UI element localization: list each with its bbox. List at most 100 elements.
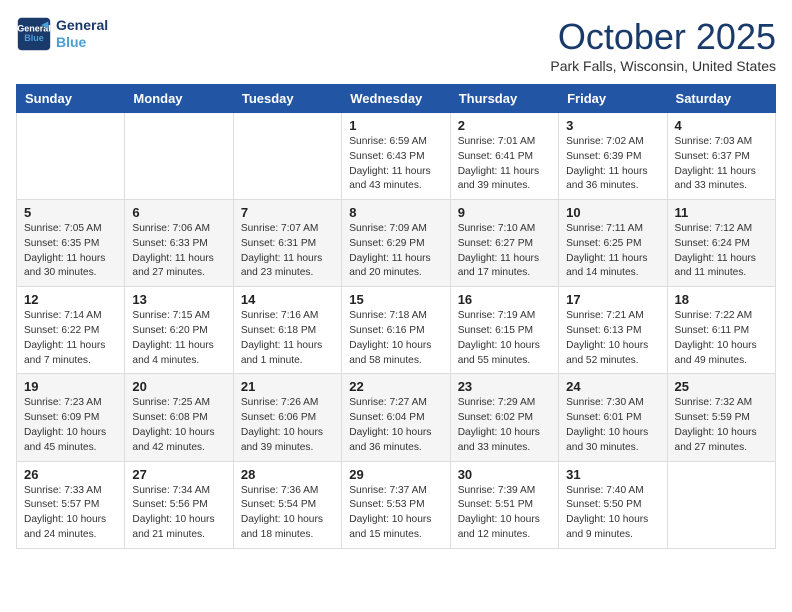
logo: General Blue General Blue [16,16,108,52]
day-info: Sunrise: 6:59 AM Sunset: 6:43 PM Dayligh… [349,135,442,194]
weekday-header-friday: Friday [559,85,667,113]
weekday-header-sunday: Sunday [17,85,125,113]
day-cell: 21 Sunrise: 7:26 AM Sunset: 6:06 PM Dayli… [233,374,341,461]
day-number: 22 [349,379,442,394]
page-header: General Blue General Blue October 2025 P… [16,16,776,74]
day-number: 18 [675,292,768,307]
day-cell: 12 Sunrise: 7:14 AM Sunset: 6:22 PM Dayli… [17,287,125,374]
day-cell: 23Sunrise: 7:29 AM Sunset: 6:02 PM Dayli… [450,374,558,461]
day-info: Sunrise: 7:29 AM Sunset: 6:02 PM Dayligh… [458,396,551,455]
day-info: Sunrise: 7:02 AM Sunset: 6:39 PM Dayligh… [566,135,659,194]
day-number: 1 [349,118,442,133]
day-info: Sunrise: 7:27 AM Sunset: 6:04 PM Dayligh… [349,396,442,455]
day-cell: 31Sunrise: 7:40 AM Sunset: 5:50 PM Dayli… [559,461,667,548]
day-cell: 1 Sunrise: 6:59 AM Sunset: 6:43 PM Daylig… [342,113,450,200]
day-number: 5 [24,205,117,220]
day-number: 27 [132,467,225,482]
day-number: 2 [458,118,551,133]
day-cell: 9Sunrise: 7:10 AM Sunset: 6:27 PM Daylig… [450,200,558,287]
day-info: Sunrise: 7:01 AM Sunset: 6:41 PM Dayligh… [458,135,551,194]
day-info: Sunrise: 7:06 AM Sunset: 6:33 PM Dayligh… [132,222,225,281]
day-cell: 25Sunrise: 7:32 AM Sunset: 5:59 PM Dayli… [667,374,775,461]
day-info: Sunrise: 7:40 AM Sunset: 5:50 PM Dayligh… [566,484,659,543]
day-number: 4 [675,118,768,133]
day-number: 28 [241,467,334,482]
day-number: 7 [241,205,334,220]
weekday-header-tuesday: Tuesday [233,85,341,113]
day-cell: 18 Sunrise: 7:22 AM Sunset: 6:11 PM Dayli… [667,287,775,374]
day-info: Sunrise: 7:36 AM Sunset: 5:54 PM Dayligh… [241,484,334,543]
day-info: Sunrise: 7:09 AM Sunset: 6:29 PM Dayligh… [349,222,442,281]
day-info: Sunrise: 7:22 AM Sunset: 6:11 PM Dayligh… [675,309,768,368]
day-info: Sunrise: 7:12 AM Sunset: 6:24 PM Dayligh… [675,222,768,281]
day-number: 13 [132,292,225,307]
day-cell: 26Sunrise: 7:33 AM Sunset: 5:57 PM Dayli… [17,461,125,548]
day-cell: 20Sunrise: 7:25 AM Sunset: 6:08 PM Dayli… [125,374,233,461]
day-number: 30 [458,467,551,482]
day-cell [125,113,233,200]
day-info: Sunrise: 7:21 AM Sunset: 6:13 PM Dayligh… [566,309,659,368]
day-cell [667,461,775,548]
day-info: Sunrise: 7:15 AM Sunset: 6:20 PM Dayligh… [132,309,225,368]
day-info: Sunrise: 7:39 AM Sunset: 5:51 PM Dayligh… [458,484,551,543]
day-cell: 11 Sunrise: 7:12 AM Sunset: 6:24 PM Dayli… [667,200,775,287]
day-cell: 17 Sunrise: 7:21 AM Sunset: 6:13 PM Dayli… [559,287,667,374]
day-cell: 24Sunrise: 7:30 AM Sunset: 6:01 PM Dayli… [559,374,667,461]
day-number: 15 [349,292,442,307]
day-info: Sunrise: 7:07 AM Sunset: 6:31 PM Dayligh… [241,222,334,281]
day-cell: 13 Sunrise: 7:15 AM Sunset: 6:20 PM Dayli… [125,287,233,374]
day-cell: 2 Sunrise: 7:01 AM Sunset: 6:41 PM Daylig… [450,113,558,200]
week-row-5: 26Sunrise: 7:33 AM Sunset: 5:57 PM Dayli… [17,461,776,548]
day-cell: 10 Sunrise: 7:11 AM Sunset: 6:25 PM Dayli… [559,200,667,287]
day-number: 3 [566,118,659,133]
day-cell: 8 Sunrise: 7:09 AM Sunset: 6:29 PM Daylig… [342,200,450,287]
svg-text:Blue: Blue [24,33,44,43]
day-cell: 28 Sunrise: 7:36 AM Sunset: 5:54 PM Dayli… [233,461,341,548]
day-cell: 14Sunrise: 7:16 AM Sunset: 6:18 PM Dayli… [233,287,341,374]
day-info: Sunrise: 7:18 AM Sunset: 6:16 PM Dayligh… [349,309,442,368]
day-number: 8 [349,205,442,220]
day-number: 9 [458,205,551,220]
month-title: October 2025 [550,16,776,58]
day-number: 26 [24,467,117,482]
location: Park Falls, Wisconsin, United States [550,58,776,74]
day-info: Sunrise: 7:37 AM Sunset: 5:53 PM Dayligh… [349,484,442,543]
day-info: Sunrise: 7:05 AM Sunset: 6:35 PM Dayligh… [24,222,117,281]
day-cell [233,113,341,200]
day-info: Sunrise: 7:34 AM Sunset: 5:56 PM Dayligh… [132,484,225,543]
day-number: 14 [241,292,334,307]
day-cell: 27 Sunrise: 7:34 AM Sunset: 5:56 PM Dayli… [125,461,233,548]
day-number: 10 [566,205,659,220]
day-number: 16 [458,292,551,307]
day-info: Sunrise: 7:25 AM Sunset: 6:08 PM Dayligh… [132,396,225,455]
day-number: 21 [241,379,334,394]
weekday-header-wednesday: Wednesday [342,85,450,113]
calendar-table: SundayMondayTuesdayWednesdayThursdayFrid… [16,84,776,549]
day-info: Sunrise: 7:26 AM Sunset: 6:06 PM Dayligh… [241,396,334,455]
day-cell: 19Sunrise: 7:23 AM Sunset: 6:09 PM Dayli… [17,374,125,461]
day-number: 11 [675,205,768,220]
weekday-header-row: SundayMondayTuesdayWednesdayThursdayFrid… [17,85,776,113]
week-row-3: 12 Sunrise: 7:14 AM Sunset: 6:22 PM Dayli… [17,287,776,374]
day-info: Sunrise: 7:23 AM Sunset: 6:09 PM Dayligh… [24,396,117,455]
day-cell: 5 Sunrise: 7:05 AM Sunset: 6:35 PM Daylig… [17,200,125,287]
day-cell: 4Sunrise: 7:03 AM Sunset: 6:37 PM Daylig… [667,113,775,200]
week-row-2: 5 Sunrise: 7:05 AM Sunset: 6:35 PM Daylig… [17,200,776,287]
day-info: Sunrise: 7:11 AM Sunset: 6:25 PM Dayligh… [566,222,659,281]
weekday-header-thursday: Thursday [450,85,558,113]
day-number: 24 [566,379,659,394]
day-number: 17 [566,292,659,307]
weekday-header-monday: Monday [125,85,233,113]
day-number: 25 [675,379,768,394]
day-cell: 29 Sunrise: 7:37 AM Sunset: 5:53 PM Dayli… [342,461,450,548]
logo-icon: General Blue [16,16,52,52]
day-number: 12 [24,292,117,307]
day-info: Sunrise: 7:14 AM Sunset: 6:22 PM Dayligh… [24,309,117,368]
day-cell: 16Sunrise: 7:19 AM Sunset: 6:15 PM Dayli… [450,287,558,374]
day-cell: 15 Sunrise: 7:18 AM Sunset: 6:16 PM Dayli… [342,287,450,374]
day-cell: 7 Sunrise: 7:07 AM Sunset: 6:31 PM Daylig… [233,200,341,287]
day-number: 6 [132,205,225,220]
day-number: 29 [349,467,442,482]
logo-text: General Blue [56,17,108,51]
day-cell: 6 Sunrise: 7:06 AM Sunset: 6:33 PM Daylig… [125,200,233,287]
